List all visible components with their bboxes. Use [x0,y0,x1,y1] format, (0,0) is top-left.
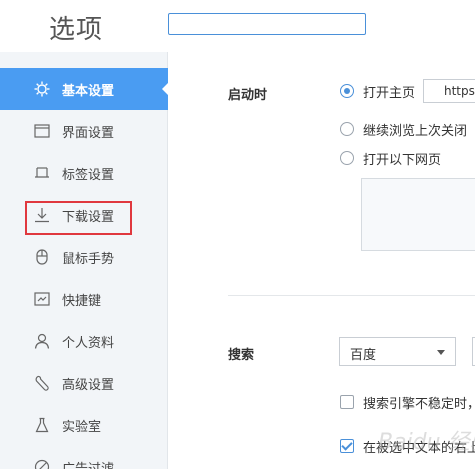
sidebar-item-label: 广告过滤 [62,458,114,469]
chevron-down-icon [437,350,445,355]
startup-pages-list[interactable] [361,178,475,251]
radio-open-pages[interactable] [340,151,354,165]
sidebar-item-label: 界面设置 [62,126,115,141]
sidebar-item-label: 基本设置 [62,84,115,99]
sidebar-item-interface-settings[interactable]: 界面设置 [0,110,168,152]
startup-section-label: 启动时 [228,88,268,103]
search-engine-value: 百度 [350,348,377,363]
user-icon [34,333,50,349]
open-pages-label: 打开以下网页 [363,153,442,168]
main-content: 启动时 打开主页 https 继续浏览上次关闭 打开以下网页 搜索 百度 搜索引… [168,52,475,469]
gear-icon [34,81,50,97]
sidebar-item-ad-filter[interactable]: 广告过滤 [0,446,168,469]
sidebar-item-advanced-settings[interactable]: 高级设置 [0,362,168,404]
options-page: 选项 基本设置 界面设置 标签设置 下载设置 鼠标手势 快捷键 个人资料 高级设… [0,0,475,469]
sidebar-item-label: 实验室 [62,420,102,435]
wrench-icon [35,375,49,391]
search-engine-select[interactable]: 百度 [339,337,456,366]
sidebar-item-label: 标签设置 [62,168,115,183]
sidebar-item-label: 鼠标手势 [62,252,115,267]
flask-icon [35,417,49,433]
sidebar-item-shortcuts[interactable]: 快捷键 [0,278,168,320]
header: 选项 [0,0,475,52]
homepage-url-input[interactable]: https [423,79,475,103]
keyboard-icon [34,292,50,306]
unstable-engine-label: 搜索引擎不稳定时， [363,397,475,412]
continue-browsing-label: 继续浏览上次关闭 [363,124,468,139]
mouse-icon [36,249,48,265]
radio-open-homepage[interactable] [340,84,354,98]
open-homepage-label: 打开主页 [363,86,416,101]
radio-continue-browsing[interactable] [340,122,354,136]
sidebar-item-label: 快捷键 [62,294,102,309]
sidebar-item-profile[interactable]: 个人资料 [0,320,168,362]
checkbox-unstable-engine[interactable] [340,395,354,409]
sidebar-item-label: 个人资料 [62,336,115,351]
page-title: 选项 [49,15,104,45]
sidebar-item-basic-settings[interactable]: 基本设置 [0,68,169,110]
sidebar-item-label: 高级设置 [62,378,115,393]
window-icon [34,124,50,138]
highlight-annotation-box [25,201,132,235]
search-input[interactable] [168,13,366,35]
tab-icon [35,167,49,178]
sidebar: 基本设置 界面设置 标签设置 下载设置 鼠标手势 快捷键 个人资料 高级设置 实… [0,52,169,469]
section-divider [228,295,475,296]
block-icon [34,459,50,469]
sidebar-item-mouse-gestures[interactable]: 鼠标手势 [0,236,168,278]
checkbox-selected-text-search[interactable] [340,439,354,453]
selected-text-search-label: 在被选中文本的右上 [363,441,475,456]
sidebar-item-tab-settings[interactable]: 标签设置 [0,152,168,194]
search-section-label: 搜索 [228,348,255,363]
sidebar-item-lab[interactable]: 实验室 [0,404,168,446]
